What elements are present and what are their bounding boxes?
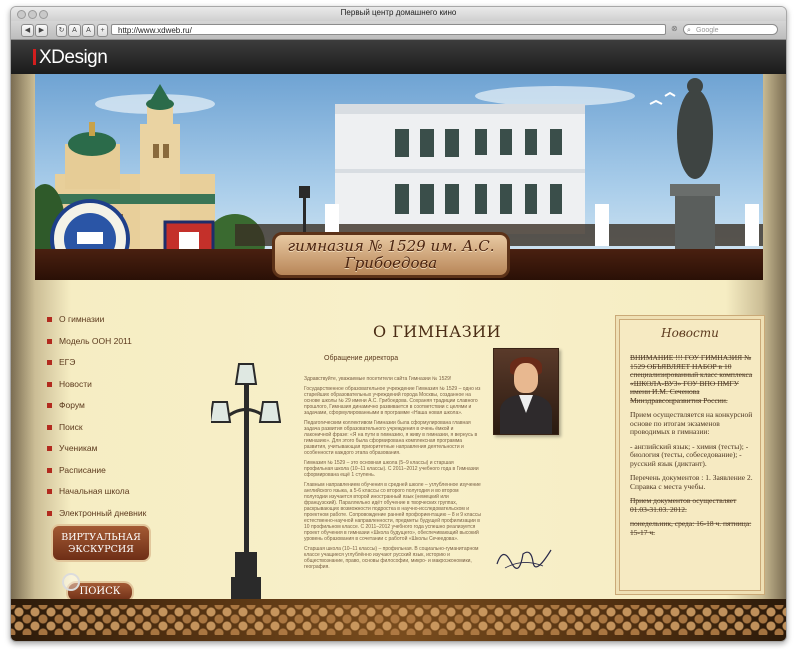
xdesign-logo: XDesign [33,47,108,69]
crowd-heads [11,605,786,635]
text-size-large-button[interactable]: A [82,24,95,37]
news-item: Прием осуществляется на конкурсной основ… [630,410,753,436]
forward-button[interactable]: ▶ [35,24,48,37]
reload-button[interactable]: ↻ [56,24,67,37]
article-paragraph: Гимназия № 1529 – это основная школа (5–… [304,460,479,478]
page-title: О ГИМНАЗИИ [373,322,502,341]
news-title: Новости [661,326,719,340]
back-button[interactable]: ◀ [21,24,34,37]
nav-item-primary-school[interactable]: Начальная школа [47,486,187,508]
browser-window: Первый центр домашнего кино ◀ ▶ ↻ A A + … [10,6,787,642]
search-icon: ⌕ [687,27,691,34]
nav-item-search[interactable]: Поиск [47,422,187,444]
logo-text: XDesign [39,47,108,68]
nav-item-forum[interactable]: Форум [47,400,187,422]
red-bar-icon [33,49,36,65]
site-header: гимназия № 1529 им. А.С. Грибоедова [35,74,763,280]
window-title: Первый центр домашнего кино [340,8,457,17]
nav-item-schedule[interactable]: Расписание [47,465,187,487]
left-navigation: О гимназии Модель ООН 2011 ЕГЭ Новости Ф… [47,314,187,529]
search-button-label: ПОИСК [79,586,121,597]
browser-toolbar: ◀ ▶ ↻ A A + http://www.xdweb.ru/ ⊗ ⌕ Goo… [11,21,786,40]
browser-search-field[interactable]: ⌕ Google [683,24,778,35]
photo-face [514,363,538,393]
news-item: Прием документов осуществляет 01.03-31.0… [630,496,737,514]
add-bookmark-button[interactable]: + [97,24,108,37]
text-size-icon: A [72,27,77,34]
nav-item-about[interactable]: О гимназии [47,314,187,336]
article-paragraph: Педагогическим коллективом Гимназии была… [304,420,478,456]
nav-item-un-model[interactable]: Модель ООН 2011 [47,336,187,358]
school-name-banner: гимназия № 1529 им. А.С. Грибоедова [272,232,510,278]
text-size-large-icon: A [86,27,91,34]
stop-icon[interactable]: ⊗ [671,24,678,33]
article-body: Здравствуйте, уважаемые посетители сайта… [304,376,482,574]
brand-bar: XDesign [11,40,786,74]
nav-item-news[interactable]: Новости [47,379,187,401]
street-lamp-icon [211,363,281,602]
article-paragraph: Государственное образовательное учрежден… [304,386,481,416]
nav-item-ege[interactable]: ЕГЭ [47,357,187,379]
news-panel: Новости ВНИМАНИЕ !!! ГОУ ГИМНАЗИЯ № 1529… [619,319,761,591]
director-photo [493,348,559,435]
news-item: понедельник, среда: 16-18 ч. пятница: 15… [630,519,752,537]
news-item: ВНИМАНИЕ !!! ГОУ ГИМНАЗИЯ № 1529 ОБЪЯВЛЯ… [630,353,753,405]
article-paragraph: Здравствуйте, уважаемые посетители сайта… [304,376,452,382]
director-signature-icon [496,549,552,569]
browser-titlebar: Первый центр домашнего кино [11,7,786,21]
news-body: ВНИМАНИЕ !!! ГОУ ГИМНАЗИЯ № 1529 ОБЪЯВЛЯ… [630,353,754,543]
article-paragraph: Главным направлением обучения в средней … [304,482,481,542]
news-item: - английский язык; - химия (тесты); - би… [630,441,749,468]
footer-crowd-image [11,599,786,641]
text-size-button[interactable]: A [68,24,81,37]
back-arrow-icon: ◀ [24,27,31,34]
director-address-heading: Обращение директора [324,355,399,362]
article-paragraph: Старшая школа (10–11 классы) – профильна… [304,546,479,570]
forward-arrow-icon: ▶ [38,27,45,34]
virtual-tour-button[interactable]: ВИРТУАЛЬНАЯ ЭКСКУРСИЯ [51,524,151,562]
nav-item-students[interactable]: Ученикам [47,443,187,465]
site-page: гимназия № 1529 им. А.С. Грибоедова О ги… [11,74,786,641]
address-bar[interactable]: http://www.xdweb.ru/ [111,24,666,35]
news-item: Перечень документов : 1. Заявление 2. Сп… [630,473,753,491]
plus-icon: + [100,27,105,34]
magnifier-icon [62,573,80,591]
reload-icon: ↻ [58,27,65,34]
search-placeholder: Google [696,27,719,34]
